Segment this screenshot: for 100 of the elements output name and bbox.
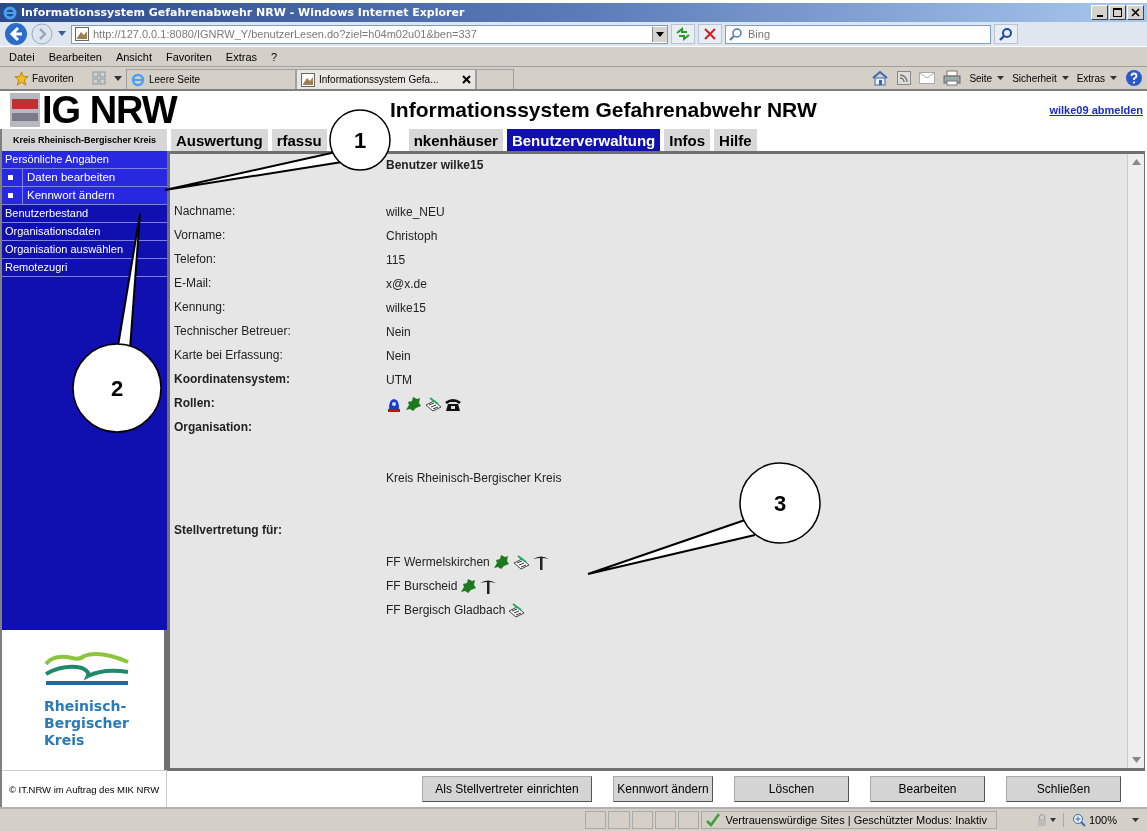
deputy-name: FF Bergisch Gladbach	[386, 602, 506, 617]
field-value: x@x.de	[386, 276, 428, 291]
sidebar-item[interactable]: Benutzerbestand	[2, 205, 167, 223]
dropdown-button[interactable]	[652, 26, 667, 42]
district-logo-icon	[44, 651, 130, 686]
leaf-icon	[404, 395, 422, 412]
field-value: wilke15	[386, 300, 428, 315]
sidebar-item[interactable]: Organisation auswählen	[2, 241, 167, 259]
field-label: Kennung:	[174, 300, 227, 315]
page-icon	[301, 72, 315, 87]
nav-tab[interactable]: Hilfe	[714, 129, 757, 151]
search-icon	[999, 27, 1013, 41]
action-button[interactable]: Löschen	[734, 776, 849, 802]
print-icon[interactable]	[943, 70, 962, 86]
menu-item[interactable]: ?	[271, 50, 278, 63]
close-button[interactable]	[1127, 5, 1144, 20]
action-button[interactable]: Als Stellvertreter einrichten	[422, 776, 592, 802]
command-menu[interactable]: Sicherheit	[1008, 67, 1073, 89]
dropdown-icon[interactable]	[58, 31, 66, 37]
field-value: UTM	[386, 372, 413, 387]
logo-image	[10, 93, 40, 127]
back-button[interactable]	[4, 22, 28, 46]
address-field[interactable]: http://127.0.0.1:8080/IGNRW_Y/benutzerLesen.do?ziel=h04m02u01&ben=337	[71, 24, 668, 44]
leaf-icon	[491, 553, 510, 570]
field-label: Technischer Betreuer:	[174, 324, 292, 339]
sidebar-item[interactable]: Persönliche Angaben	[2, 151, 167, 169]
page-title: Informationssystem Gefahrenabwehr NRW	[390, 98, 817, 122]
scroll-up-icon[interactable]	[1131, 159, 1141, 165]
favorites-button[interactable]: Favoriten	[10, 67, 88, 89]
organisation-name: Kreis Rheinisch-Bergischer Kreis	[2, 129, 167, 151]
stop-icon	[704, 28, 716, 40]
nav-tab[interactable]: Auswertung	[171, 129, 268, 151]
action-button[interactable]: Kennwort ändern	[613, 776, 713, 802]
menu-item[interactable]: Ansicht	[115, 50, 152, 63]
field-label: Stellvertretung für:	[174, 523, 283, 538]
help-icon[interactable]	[1125, 69, 1143, 87]
home-icon[interactable]	[871, 70, 890, 86]
field-label: E-Mail:	[174, 276, 213, 291]
menu-item[interactable]: Extras	[225, 50, 258, 63]
command-menu[interactable]: Extras	[1072, 67, 1121, 89]
caret-icon	[1132, 818, 1139, 822]
logout-link[interactable]: wilke09 abmelden	[1049, 104, 1143, 116]
minimize-icon	[1096, 14, 1103, 17]
action-button[interactable]: Schließen	[1006, 776, 1121, 802]
browser-tab[interactable]: Informationssystem Gefa...	[296, 69, 476, 89]
callout-number: 3	[773, 491, 787, 516]
notepad-icon	[511, 553, 530, 570]
minimize-button[interactable]	[1091, 5, 1108, 20]
window-title: Informationssystem Gefahrenabwehr NRW - Windows Internet Explorer	[21, 6, 465, 19]
menu-item[interactable]: Favoriten	[166, 50, 212, 63]
refresh-icon	[675, 27, 691, 41]
district-logo-text: Rheinisch- Bergischer Kreis	[44, 697, 129, 749]
caret-icon	[997, 76, 1005, 80]
user-heading: Benutzer wilke15	[386, 158, 485, 172]
field-value: 115	[386, 252, 407, 267]
field-label: Karte bei Erfassung:	[174, 348, 284, 363]
deputy-name: FF Burscheid	[386, 578, 458, 593]
menu-item[interactable]: Datei	[9, 50, 35, 63]
sidebar-item[interactable]: Organisationsdaten	[2, 223, 167, 241]
notepad-icon	[424, 395, 442, 412]
zoom-icon	[1071, 813, 1086, 827]
maximize-icon	[1113, 8, 1122, 17]
zoom-control[interactable]: 100%	[1062, 813, 1147, 827]
field-label: Vorname:	[174, 228, 227, 243]
notepad-icon	[507, 601, 526, 618]
sidebar-item[interactable]: Remotezugri	[2, 259, 167, 277]
star-icon	[14, 70, 29, 86]
field-label: Nachname:	[174, 204, 237, 219]
field-label: Telefon:	[174, 252, 218, 267]
command-menu[interactable]: Seite	[965, 67, 1009, 89]
feed-icon[interactable]	[897, 71, 912, 85]
field-value: Nein	[386, 324, 412, 339]
caret-icon	[114, 75, 122, 81]
action-button[interactable]: Bearbeiten	[870, 776, 985, 802]
field-value: Christoph	[386, 228, 439, 243]
caret-icon	[1061, 76, 1069, 80]
search-icon	[729, 26, 743, 41]
stop-button[interactable]	[698, 24, 722, 44]
nav-tab[interactable]: nkenhäuser	[408, 129, 503, 151]
browser-icon	[131, 72, 145, 87]
field-value: Nein	[386, 348, 412, 363]
nav-tab[interactable]: rfassu	[271, 129, 327, 151]
browser-tab[interactable]: Leere Seite	[126, 69, 296, 89]
maximize-button[interactable]	[1109, 5, 1126, 20]
deputy-name: FF Wermelskirchen	[386, 554, 490, 569]
scrollbar[interactable]	[1127, 154, 1144, 768]
nav-tab[interactable]: Benutzerverwaltung	[506, 129, 661, 151]
menu-item[interactable]: Bearbeiten	[48, 50, 102, 63]
security-zone-status[interactable]: Vertrauenswürdige Sites | Geschützter Modus: Inaktiv	[701, 811, 997, 829]
nav-tab[interactable]: Infos	[664, 129, 711, 151]
callout-number: 1	[353, 128, 367, 153]
checkmark-icon	[706, 813, 721, 827]
scroll-down-icon[interactable]	[1131, 757, 1141, 763]
app-logo: IG NRW	[42, 88, 177, 132]
search-field[interactable]: Bing	[725, 24, 991, 44]
search-button[interactable]	[994, 24, 1018, 44]
bullet-icon	[8, 193, 13, 198]
leaf-icon	[459, 577, 478, 594]
close-icon[interactable]	[462, 75, 471, 84]
field-value: Kreis Rheinisch-Bergischer Kreis	[386, 470, 563, 485]
